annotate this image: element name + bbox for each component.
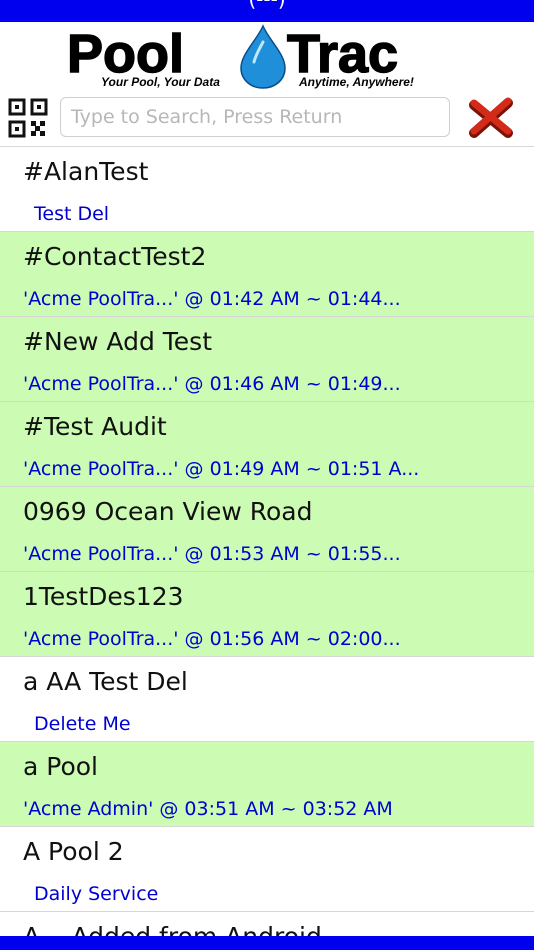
status-bar-text: (---) — [248, 0, 285, 11]
pool-detail: 'Acme PoolTra...' @ 01:49 AM ~ 01:51 A..… — [23, 458, 420, 480]
logo-tagline-left: Your Pool, Your Data — [101, 75, 220, 89]
red-x-icon — [469, 97, 513, 138]
clear-search-button[interactable] — [468, 97, 514, 139]
pool-name: #AlanTest — [23, 157, 149, 186]
pool-name: a Pool — [23, 752, 98, 781]
pool-name: #ContactTest2 — [23, 242, 207, 271]
pool-detail: Delete Me — [34, 713, 131, 735]
search-bar — [0, 92, 534, 146]
pool-list-item[interactable]: A... Added from Android — [0, 912, 534, 937]
pool-list-item[interactable]: #Test Audit 'Acme PoolTra...' @ 01:49 AM … — [0, 402, 534, 487]
pool-detail: Daily Service — [34, 883, 159, 905]
pool-name: A... Added from Android — [23, 922, 322, 937]
pool-detail: 'Acme PoolTra...' @ 01:42 AM ~ 01:44... — [23, 288, 401, 310]
qr-scan-button[interactable] — [8, 98, 48, 138]
search-input[interactable] — [60, 97, 450, 137]
pool-list-item[interactable]: 0969 Ocean View Road 'Acme PoolTra...' @ … — [0, 487, 534, 572]
pool-list-item[interactable]: 1TestDes123 'Acme PoolTra...' @ 01:56 AM … — [0, 572, 534, 657]
pool-detail: 'Acme PoolTra...' @ 01:53 AM ~ 01:55... — [23, 543, 401, 565]
pool-detail: 'Acme PoolTra...' @ 01:56 AM ~ 02:00... — [23, 628, 401, 650]
logo-graphic: Pool Trac Your Pool, Your Data Anytime, … — [67, 23, 414, 89]
pool-list-item[interactable]: #ContactTest2 'Acme PoolTra...' @ 01:42 A… — [0, 232, 534, 317]
pool-name: #Test Audit — [23, 412, 167, 441]
pool-name: 1TestDes123 — [23, 582, 184, 611]
pool-name: a AA Test Del — [23, 667, 188, 696]
pool-name: 0969 Ocean View Road — [23, 497, 313, 526]
pooltrac-logo: Pool Trac Your Pool, Your Data Anytime, … — [0, 22, 534, 92]
status-bar: (---) — [0, 0, 534, 22]
logo-tagline-right: Anytime, Anywhere! — [298, 75, 414, 89]
pool-list-item[interactable]: #New Add Test 'Acme PoolTra...' @ 01:46 A… — [0, 317, 534, 402]
pool-list-item[interactable]: #AlanTest Test Del — [0, 147, 534, 232]
pool-name: #New Add Test — [23, 327, 213, 356]
pool-list-item[interactable]: a Pool 'Acme Admin' @ 03:51 AM ~ 03:52 AM — [0, 742, 534, 827]
pool-detail: Test Del — [34, 203, 110, 225]
water-drop-icon — [240, 24, 286, 89]
pool-list-item[interactable]: a AA Test Del Delete Me — [0, 657, 534, 742]
pool-list-item[interactable]: A Pool 2 Daily Service — [0, 827, 534, 912]
pool-detail: 'Acme Admin' @ 03:51 AM ~ 03:52 AM — [23, 798, 393, 820]
qr-code-icon — [8, 98, 48, 138]
bottom-bar — [0, 936, 534, 950]
pool-list: #AlanTest Test Del #ContactTest2 'Acme Pool… — [0, 146, 534, 937]
pool-name: A Pool 2 — [23, 837, 124, 866]
pool-detail: 'Acme PoolTra...' @ 01:46 AM ~ 01:49... — [23, 373, 401, 395]
